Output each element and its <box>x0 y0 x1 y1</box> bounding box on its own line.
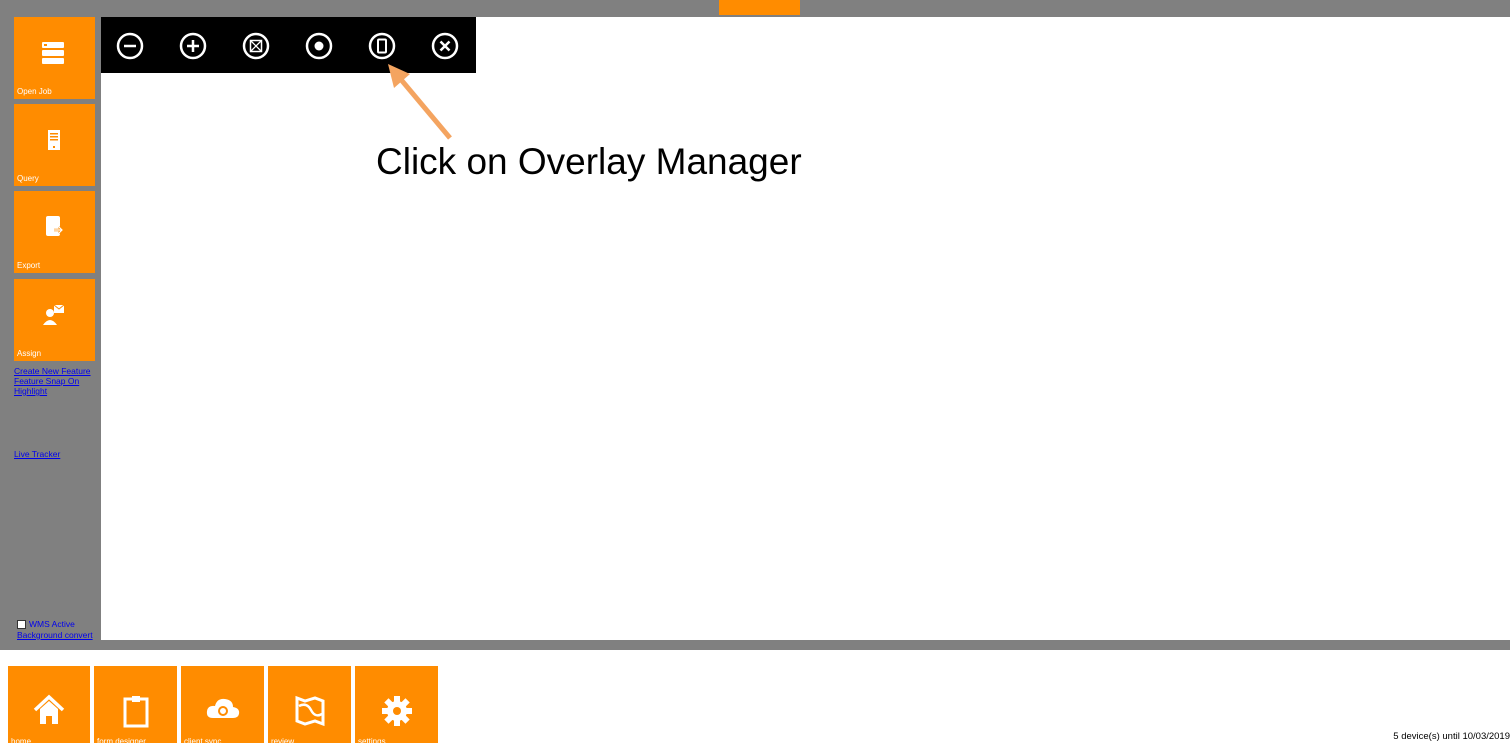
overlay-manager-icon <box>368 32 396 60</box>
zoom-in-button[interactable] <box>176 29 210 63</box>
database-icon <box>42 42 64 64</box>
home-label: home <box>11 737 32 746</box>
top-pull-tab[interactable] <box>719 0 800 15</box>
open-job-label: Open Job <box>17 87 52 96</box>
review-button[interactable]: review <box>268 666 351 746</box>
close-icon <box>431 32 459 60</box>
form-designer-label: form designer <box>97 737 146 746</box>
client-sync-button[interactable]: client sync <box>181 666 264 746</box>
form-designer-button[interactable]: form designer <box>94 666 177 746</box>
create-new-feature-link[interactable]: Create New Feature <box>14 366 91 376</box>
annotation-arrow <box>388 64 452 140</box>
wms-active-toggle[interactable]: WMS Active <box>17 619 75 629</box>
gps-center-button[interactable] <box>302 29 336 63</box>
clipboard-icon <box>123 696 148 728</box>
zoom-extent-button[interactable] <box>239 29 273 63</box>
query-button[interactable]: Query <box>14 104 95 186</box>
document-icon <box>48 130 60 150</box>
live-tracker-link[interactable]: Live Tracker <box>14 449 60 459</box>
query-label: Query <box>17 174 39 183</box>
zoom-out-button[interactable] <box>113 29 147 63</box>
home-icon <box>33 694 65 724</box>
map-canvas[interactable] <box>101 17 1510 640</box>
settings-button[interactable]: settings <box>355 666 438 746</box>
license-status: 5 device(s) until 10/03/2019 <box>1393 731 1510 742</box>
export-button[interactable]: Export <box>14 191 95 273</box>
settings-label: settings <box>358 737 386 746</box>
export-icon <box>46 216 64 236</box>
overlay-manager-button[interactable] <box>365 29 399 63</box>
wms-active-checkbox[interactable] <box>17 619 26 629</box>
highlight-link[interactable]: Highlight <box>14 386 47 396</box>
zoom-out-icon <box>116 32 144 60</box>
sidebar: Open Job Query Export Assign Create New … <box>0 17 101 640</box>
wms-active-label: WMS Active <box>29 619 75 629</box>
zoom-extent-icon <box>242 32 270 60</box>
export-label: Export <box>17 261 41 270</box>
home-button[interactable]: home <box>8 666 90 746</box>
cloud-sync-icon <box>206 698 239 718</box>
gps-center-icon <box>305 32 333 60</box>
close-button[interactable] <box>428 29 462 63</box>
background-convert-link[interactable]: Background convert <box>17 630 93 640</box>
feature-snap-on-link[interactable]: Feature Snap On <box>14 376 79 386</box>
map-icon <box>295 695 324 727</box>
gear-icon <box>381 696 412 726</box>
annotation-text: Click on Overlay Manager <box>376 141 802 182</box>
review-label: review <box>271 737 295 746</box>
open-job-button[interactable]: Open Job <box>14 17 95 99</box>
assign-user-icon <box>43 304 65 325</box>
client-sync-label: client sync <box>184 737 222 746</box>
zoom-in-icon <box>179 32 207 60</box>
assign-button[interactable]: Assign <box>14 279 95 361</box>
assign-label: Assign <box>17 349 42 358</box>
